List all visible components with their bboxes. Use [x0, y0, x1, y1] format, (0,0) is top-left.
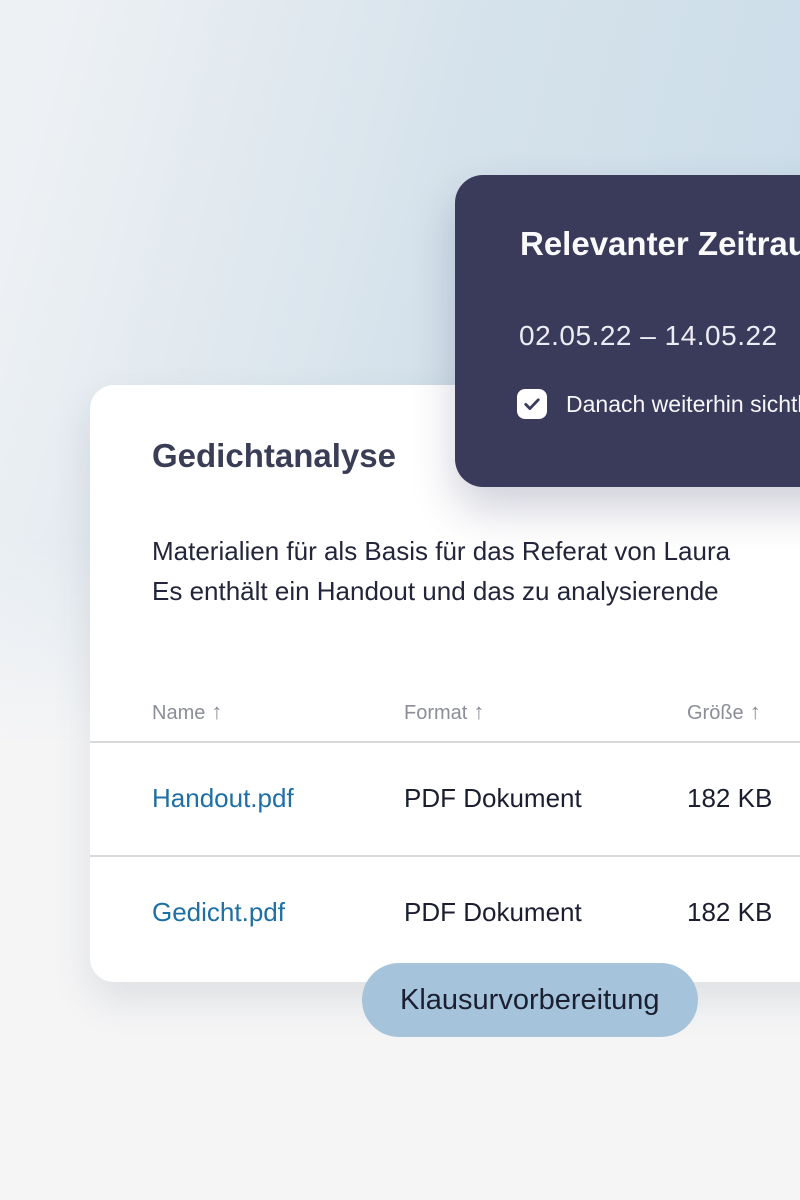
column-header-size[interactable]: Größe ↑ [687, 699, 800, 725]
sort-ascending-icon[interactable]: ↑ [750, 699, 761, 724]
table-row: Handout.pdf PDF Dokument 182 KB [90, 741, 800, 855]
file-size: 182 KB [687, 783, 800, 814]
period-card: Relevanter Zeitraum 02.05.22 – 14.05.22 … [455, 175, 800, 487]
checkmark-icon [522, 394, 542, 414]
column-header-name-label: Name [152, 702, 205, 724]
file-table-header: Name ↑ Format ↑ Größe ↑ [90, 683, 800, 741]
material-card-description: Materialien für als Basis für das Refera… [152, 531, 730, 611]
description-line-1: Materialien für als Basis für das Refera… [152, 531, 730, 571]
tag-pill-klausurvorbereitung[interactable]: Klausurvorbereitung [362, 963, 698, 1037]
column-header-format-label: Format [404, 702, 467, 724]
description-line-2: Es enthält ein Handout und das zu analys… [152, 571, 730, 611]
tag-pill-label: Klausurvorbereitung [400, 984, 660, 1017]
column-header-name[interactable]: Name ↑ [152, 699, 404, 725]
material-card-title: Gedichtanalyse [152, 437, 396, 475]
visibility-checkbox-row: Danach weiterhin sichtbar [517, 389, 800, 419]
column-header-size-label: Größe [687, 702, 744, 724]
table-row: Gedicht.pdf PDF Dokument 182 KB [90, 855, 800, 969]
visibility-checkbox-label: Danach weiterhin sichtbar [566, 391, 800, 418]
file-size: 182 KB [687, 897, 800, 928]
sort-ascending-icon[interactable]: ↑ [473, 699, 484, 724]
period-card-title: Relevanter Zeitraum [520, 225, 800, 263]
column-header-format[interactable]: Format ↑ [404, 699, 687, 725]
file-link-handout[interactable]: Handout.pdf [152, 783, 294, 813]
file-link-gedicht[interactable]: Gedicht.pdf [152, 897, 285, 927]
file-format: PDF Dokument [404, 783, 687, 814]
date-range: 02.05.22 – 14.05.22 [519, 320, 778, 352]
visibility-checkbox[interactable] [517, 389, 547, 419]
sort-ascending-icon[interactable]: ↑ [211, 699, 222, 724]
file-format: PDF Dokument [404, 897, 687, 928]
